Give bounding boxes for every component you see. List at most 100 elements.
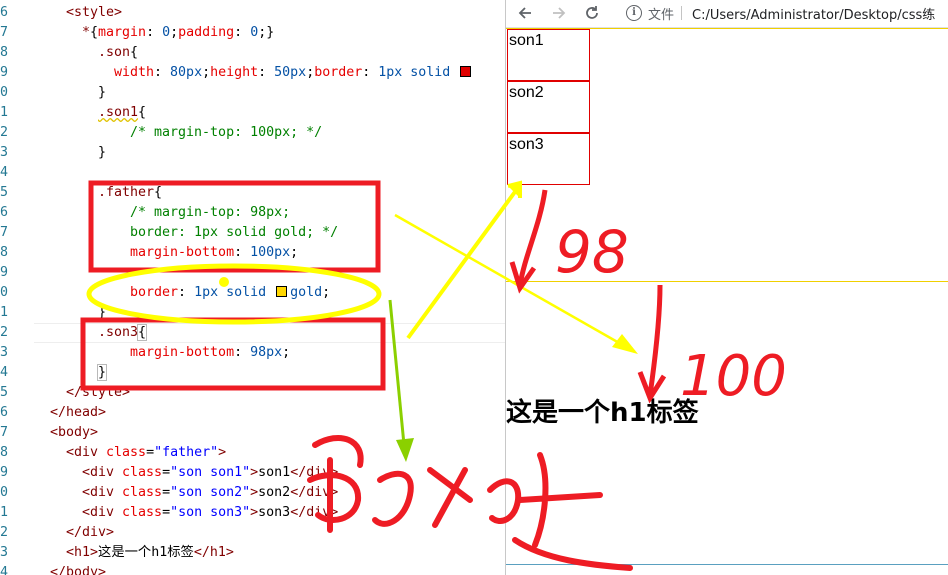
code-text: border: 1px solid gold; — [130, 283, 330, 303]
code-line[interactable]: 7 border: 1px solid gold; */ — [0, 223, 505, 243]
code-line[interactable]: 5 </style> — [0, 383, 505, 403]
code-line[interactable]: 1 .son1{ — [0, 103, 505, 123]
code-token: 0 — [250, 25, 259, 40]
code-token: </div> — [66, 525, 115, 540]
code-token: = — [146, 445, 155, 460]
code-token: border: 1px solid gold; */ — [130, 225, 339, 240]
son2-box: son2 — [507, 81, 590, 133]
code-token: 98px — [250, 345, 283, 360]
code-text: } — [98, 83, 106, 103]
line-number: 7 — [0, 425, 9, 440]
code-line[interactable]: 1 <div class="son son3">son3</div> — [0, 503, 505, 523]
son3-box: son3 — [507, 133, 590, 185]
code-text: <div class="son son3">son3</div> — [82, 503, 338, 523]
code-text: .son{ — [98, 43, 138, 63]
code-line[interactable]: 8 .son{ — [0, 43, 505, 63]
code-line[interactable]: 2 /* margin-top: 100px; */ — [0, 123, 505, 143]
code-token: class — [122, 465, 163, 480]
code-token: > — [218, 445, 227, 460]
line-number: 2 — [0, 325, 9, 340]
code-line[interactable]: 3 <h1>这是一个h1标签</h1> — [0, 543, 505, 563]
info-circle-icon[interactable]: i — [626, 5, 642, 21]
code-token: } — [98, 85, 107, 100]
code-token: border — [130, 285, 179, 300]
code-line[interactable]: 8 margin-bottom: 100px; — [0, 243, 505, 263]
code-text: width: 80px;height: 50px;border: 1px sol… — [114, 63, 474, 83]
code-line[interactable]: 4} — [0, 363, 505, 383]
code-line[interactable]: 2 </div> — [0, 523, 505, 543]
code-line[interactable]: 6 /* margin-top: 98px; — [0, 203, 505, 223]
code-line[interactable]: 8 <div class="father"> — [0, 443, 505, 463]
code-text: </style> — [66, 383, 130, 403]
code-text: border: 1px solid gold; */ — [130, 223, 338, 243]
code-line[interactable]: 7 *{margin: 0;padding: 0;} — [0, 23, 505, 43]
code-line[interactable]: 9 width: 80px;height: 50px;border: 1px so… — [0, 63, 505, 83]
line-number: 1 — [0, 505, 9, 520]
code-token: ; — [306, 65, 315, 80]
code-line[interactable]: 9 <div class="son son1">son1</div> — [0, 463, 505, 483]
code-line[interactable]: 4 </body> — [0, 563, 505, 575]
code-text: } — [98, 303, 106, 323]
code-token: : — [154, 65, 171, 80]
code-token: ; — [282, 345, 291, 360]
code-line[interactable]: 0} — [0, 83, 505, 103]
line-number: 6 — [0, 405, 9, 420]
code-token: </div> — [290, 485, 339, 500]
code-line[interactable]: 0 border: 1px solid gold; — [0, 283, 505, 303]
arrow-left-icon[interactable] — [514, 2, 536, 24]
line-number: 0 — [0, 285, 9, 300]
code-token: width — [114, 65, 155, 80]
code-text: .father{ — [98, 183, 162, 203]
code-line[interactable]: 9 — [0, 263, 505, 283]
code-line[interactable]: 4 — [0, 163, 505, 183]
code-token: { — [90, 25, 99, 40]
code-token: <div — [82, 505, 123, 520]
code-editor[interactable]: 6 <style> 7 *{margin: 0;padding: 0;} 8 .son{9… — [0, 0, 505, 575]
code-token: : — [234, 345, 251, 360]
code-token: ; — [202, 65, 211, 80]
code-token: ; — [290, 245, 299, 260]
code-line[interactable]: 6 </head> — [0, 403, 505, 423]
code-line[interactable]: 5 .father{ — [0, 183, 505, 203]
code-token: .father — [98, 185, 155, 200]
arrow-right-icon[interactable] — [548, 2, 570, 24]
code-text: <div class="son son1">son1</div> — [82, 463, 338, 483]
viewport-bottom-edge — [506, 564, 948, 565]
code-token: margin-bottom — [130, 245, 235, 260]
code-line[interactable]: 7 <body> — [0, 423, 505, 443]
browser-toolbar: i 文件 C:/Users/Administrator/Desktop/css练 — [506, 0, 948, 28]
color-swatch-icon[interactable] — [460, 65, 472, 77]
code-token: class — [122, 505, 163, 520]
code-line[interactable]: 6 <style> — [0, 3, 505, 23]
line-number: 8 — [0, 45, 9, 60]
reload-icon[interactable] — [581, 2, 603, 24]
code-text: </div> — [66, 523, 114, 543]
code-line[interactable]: 3 margin-bottom: 98px; — [0, 343, 505, 363]
code-line[interactable]: 0 <div class="son son2">son2</div> — [0, 483, 505, 503]
address-separator — [681, 6, 682, 20]
line-number: 9 — [0, 465, 9, 480]
line-number: 1 — [0, 305, 9, 320]
address-bar-url[interactable]: C:/Users/Administrator/Desktop/css练 — [692, 4, 935, 23]
code-text: <div class="father"> — [66, 443, 226, 463]
code-token: "son son3" — [170, 505, 251, 520]
code-token: "son son1" — [170, 465, 251, 480]
code-token: = — [162, 505, 171, 520]
color-swatch-icon[interactable] — [276, 285, 288, 297]
code-line[interactable]: 3} — [0, 143, 505, 163]
line-number: 8 — [0, 445, 9, 460]
code-token: : — [362, 65, 379, 80]
code-text: </head> — [50, 403, 106, 423]
code-token: "father" — [154, 445, 219, 460]
code-line[interactable]: 1} — [0, 303, 505, 323]
code-token: <body> — [50, 425, 99, 440]
code-token: <div — [82, 465, 123, 480]
line-number: 4 — [0, 565, 9, 575]
file-scheme-label: 文件 — [648, 8, 675, 23]
code-line[interactable]: 2 .son3{ — [0, 323, 505, 343]
code-token: 这是一个h1标签 — [98, 545, 194, 560]
code-text: } — [96, 363, 108, 383]
line-number: 6 — [0, 205, 9, 220]
code-token: 1px solid — [194, 285, 275, 300]
code-token: } — [98, 145, 107, 160]
